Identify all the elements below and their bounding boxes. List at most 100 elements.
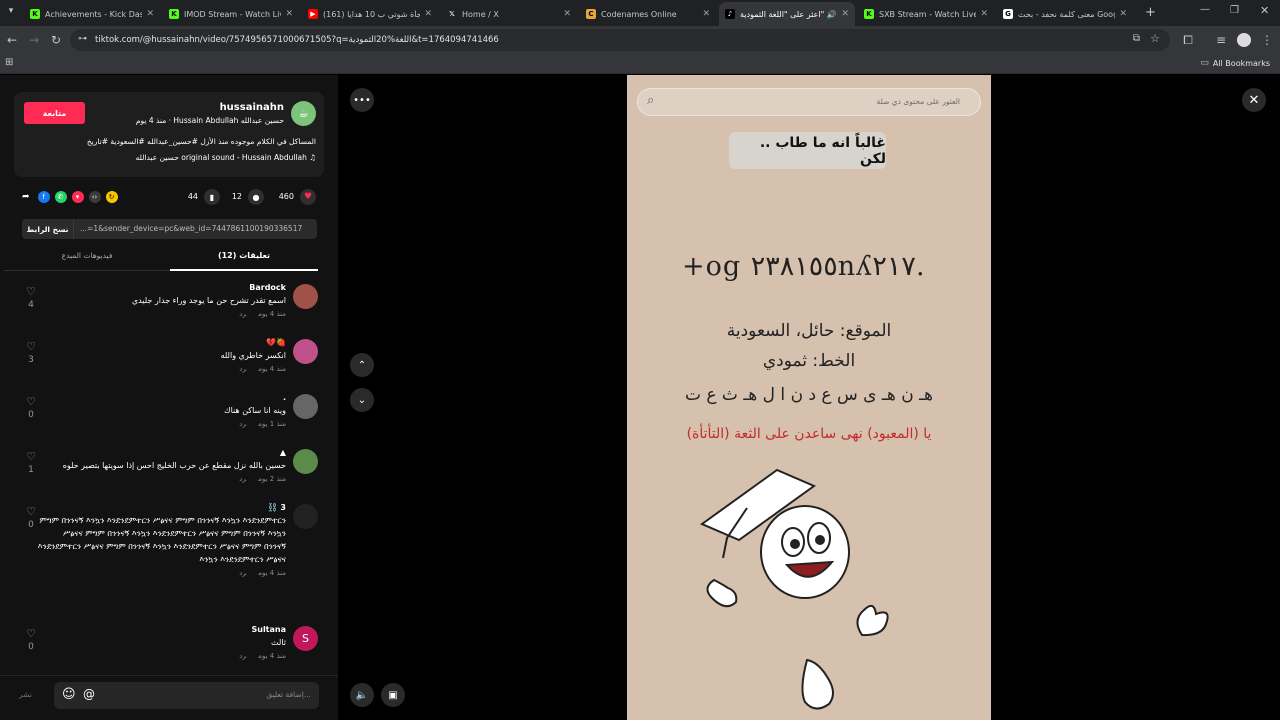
tab-close-icon[interactable]: ✕: [841, 9, 849, 19]
close-window-button[interactable]: ✕: [1260, 4, 1269, 17]
profile-avatar[interactable]: [1237, 33, 1251, 47]
creator-videos-tab[interactable]: فيديوهات المبدع: [4, 251, 170, 260]
translation-text: يا (المعبود) نهى ساعدن على الثعة (التأتأ…: [686, 426, 932, 442]
heart-icon[interactable]: ♡: [24, 286, 38, 297]
comment-username[interactable]: 🍓💔: [26, 338, 286, 347]
all-bookmarks-folder[interactable]: ▭ All Bookmarks: [1200, 58, 1270, 68]
browser-tab[interactable]: K Achievements - Kick Dashbo✕: [24, 2, 160, 26]
friends-share-icon[interactable]: ▾: [71, 191, 84, 203]
new-tab-button[interactable]: +: [1145, 5, 1156, 20]
comment-like[interactable]: ♡ 3: [24, 341, 38, 365]
tab-close-icon[interactable]: ✕: [702, 9, 710, 19]
volume-icon[interactable]: 🔈: [350, 683, 374, 707]
tab-close-icon[interactable]: ✕: [146, 9, 154, 19]
extensions-icon[interactable]: ⧠: [1180, 32, 1196, 48]
reply-button[interactable]: رد: [239, 475, 246, 483]
comment-username[interactable]: 3 ⛓️: [26, 503, 286, 512]
thamudic-inscription: +og ٢٣٨١٥٥nʎ٢١٧.: [682, 251, 925, 282]
commenter-avatar[interactable]: [293, 449, 318, 474]
tab-close-icon[interactable]: ✕: [285, 9, 293, 19]
tab-list-icon[interactable]: ▾: [4, 6, 18, 20]
back-icon[interactable]: ←: [4, 32, 20, 48]
comment-username[interactable]: Sultana: [26, 625, 286, 634]
browser-tab[interactable]: C Codenames Online ✕: [580, 2, 716, 26]
commenter-avatar[interactable]: S: [293, 626, 318, 651]
more-options-icon[interactable]: •••: [350, 88, 374, 112]
comment-like[interactable]: ♡ 1: [24, 451, 38, 475]
forward-icon[interactable]: →: [26, 32, 42, 48]
embed-icon[interactable]: ‹›: [88, 191, 101, 203]
reply-button[interactable]: رد: [239, 420, 246, 428]
tab-close-icon[interactable]: ✕: [563, 9, 571, 19]
more-menu-icon[interactable]: ⋮: [1259, 32, 1275, 48]
right-hand: [856, 604, 889, 637]
browser-tab[interactable]: 𝕏 Home / X ✕: [441, 2, 577, 26]
reply-button[interactable]: رد: [239, 365, 246, 373]
comment-button[interactable]: ●: [248, 189, 264, 205]
emoji-icon[interactable]: ☺: [62, 687, 76, 702]
heart-icon[interactable]: ♡: [24, 506, 38, 517]
comment-input[interactable]: ☺ @ إضافة تعليق...: [54, 682, 319, 709]
comment-username[interactable]: .: [26, 393, 286, 402]
save-button[interactable]: ▮: [204, 189, 220, 205]
comments-tab[interactable]: (12) تعليقات: [170, 251, 318, 260]
browser-tab[interactable]: K IMOD Stream - Watch Live o ✕: [163, 2, 299, 26]
browser-tab[interactable]: G معنى كلمة نحفد - بحث Google ✕: [997, 2, 1133, 26]
comment-like[interactable]: ♡ 0: [24, 396, 38, 420]
comment-time: منذ 4 يوم: [258, 365, 286, 373]
related-search-bar[interactable]: العثور على محتوى ذي صلة ⌕: [637, 88, 981, 116]
close-player-button[interactable]: ✕: [1242, 88, 1266, 112]
bookmark-star-icon[interactable]: ☆: [1150, 32, 1160, 45]
facebook-icon[interactable]: f: [37, 191, 50, 203]
repost-icon[interactable]: ↻: [105, 191, 118, 203]
commenter-avatar[interactable]: [293, 504, 318, 529]
comment-like[interactable]: ♡ 0: [24, 628, 38, 652]
apps-grid-icon[interactable]: ⊞: [5, 57, 13, 68]
tab-close-icon[interactable]: ✕: [1119, 9, 1127, 19]
reply-button[interactable]: رد: [239, 652, 246, 660]
commenter-avatar[interactable]: [293, 394, 318, 419]
share-arrow-icon[interactable]: ➦: [22, 192, 30, 202]
mention-icon[interactable]: @: [83, 687, 95, 701]
captions-icon[interactable]: ▣: [381, 683, 405, 707]
comment-username[interactable]: Bardock: [26, 283, 286, 292]
reply-button[interactable]: رد: [239, 310, 246, 318]
heart-icon[interactable]: ♡: [24, 396, 38, 407]
site-info-icon[interactable]: ⊶: [78, 34, 87, 44]
creator-username[interactable]: hussainahn: [220, 102, 284, 113]
browser-tab[interactable]: ▶ (161) فاجأة شوتي ب 10 هدايا 🎁✕: [302, 2, 438, 26]
creator-avatar[interactable]: ☕: [291, 101, 316, 126]
comment-username[interactable]: ▲: [26, 448, 286, 457]
heart-icon[interactable]: ♡: [24, 451, 38, 462]
codenames-icon: C: [586, 9, 596, 19]
next-video-button[interactable]: ⌄: [350, 388, 374, 412]
reload-icon[interactable]: ↻: [48, 32, 64, 48]
commenter-avatar[interactable]: [293, 284, 318, 309]
follow-button[interactable]: متابعة: [24, 102, 85, 124]
minimize-button[interactable]: —: [1200, 4, 1210, 15]
comment-like[interactable]: ♡ 0: [24, 506, 38, 530]
post-button[interactable]: نشر: [19, 690, 32, 699]
browser-tab[interactable]: K SXB Stream - Watch Live on✕: [858, 2, 994, 26]
tab-close-icon[interactable]: ✕: [980, 9, 988, 19]
previous-video-button[interactable]: ⌃: [350, 353, 374, 377]
sound-link[interactable]: ♫ original sound - Hussain Abdullah حسين…: [26, 153, 316, 162]
comment-like[interactable]: ♡ 4: [24, 286, 38, 310]
video-frame[interactable]: العثور على محتوى ذي صلة ⌕ غالباً انه ما …: [627, 75, 991, 720]
restore-button[interactable]: ❐: [1230, 5, 1239, 16]
browser-tab[interactable]: ♪ اعثر على "اللغة الثمودية" 🔊 ✕: [719, 2, 855, 26]
whatsapp-icon[interactable]: ✆: [54, 191, 67, 203]
details-panel: ☕ hussainahn حسين عبدالله Hussain Abdull…: [0, 75, 338, 720]
commenter-avatar[interactable]: [293, 339, 318, 364]
heart-icon[interactable]: ♡: [24, 628, 38, 639]
copy-link-button[interactable]: نسخ الرابط: [22, 219, 74, 239]
reply-button[interactable]: رد: [239, 569, 246, 577]
reading-list-icon[interactable]: ≡: [1213, 32, 1229, 48]
body-drop: [801, 658, 834, 710]
heart-icon[interactable]: ♡: [24, 341, 38, 352]
address-bar[interactable]: ⊶ tiktok.com/@hussainahn/video/757495657…: [70, 29, 1170, 51]
share-link-text[interactable]: ...=1&sender_device=pc&web_id=7447861100…: [80, 224, 310, 233]
like-button[interactable]: ♥: [300, 189, 316, 205]
cast-icon[interactable]: ⧉: [1133, 33, 1140, 44]
tab-close-icon[interactable]: ✕: [424, 9, 432, 19]
